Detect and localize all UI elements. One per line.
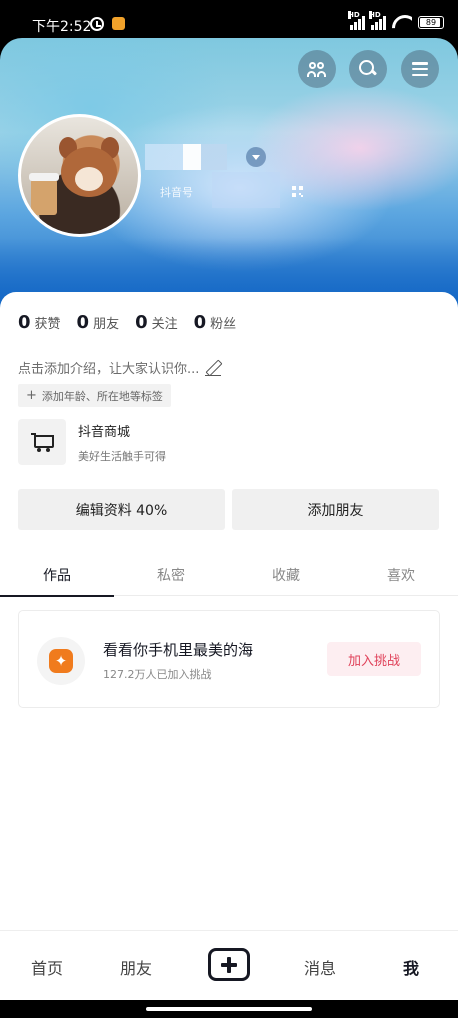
- bio-placeholder[interactable]: 点击添加介绍，让大家认识你...: [18, 358, 222, 377]
- stat-following[interactable]: 0 关注: [135, 312, 178, 333]
- tab-likes[interactable]: 喜欢: [344, 554, 458, 596]
- nav-me[interactable]: 我: [403, 955, 419, 979]
- douyin-id-label: 抖音号: [160, 186, 193, 199]
- stat-label: 粉丝: [210, 317, 237, 332]
- edit-icon: [205, 360, 222, 376]
- stat-number: 0: [18, 312, 31, 333]
- create-button[interactable]: [208, 948, 250, 981]
- stat-label: 朋友: [93, 317, 120, 332]
- stat-likes[interactable]: 0 获赞: [18, 312, 61, 333]
- hd-label: HD: [369, 11, 381, 19]
- tab-favorites[interactable]: 收藏: [229, 554, 343, 596]
- edit-profile-button[interactable]: 编辑资料 40%: [18, 489, 225, 530]
- nav-messages[interactable]: 消息: [304, 955, 336, 979]
- friends-icon: [307, 61, 327, 77]
- shop-subtitle: 美好生活触手可得: [78, 449, 166, 463]
- stat-friends[interactable]: 0 朋友: [77, 312, 120, 333]
- battery-level: 89: [425, 17, 437, 27]
- status-bar: 下午2:52 HD HD 89: [0, 0, 458, 40]
- search-button[interactable]: [349, 50, 387, 88]
- plus-icon: +: [26, 388, 37, 403]
- shop-title: 抖音商城: [78, 424, 131, 440]
- menu-button[interactable]: [401, 50, 439, 88]
- add-tags-chip[interactable]: + 添加年龄、所在地等标签: [18, 384, 171, 407]
- stat-followers[interactable]: 0 粉丝: [194, 312, 237, 333]
- menu-icon: [412, 62, 428, 76]
- battery-icon: 89: [418, 15, 444, 29]
- shop-entry[interactable]: 抖音商城 美好生活触手可得: [18, 419, 166, 465]
- stats-row: 0 获赞 0 朋友 0 关注 0 粉丝: [18, 312, 236, 333]
- stat-label: 获赞: [34, 317, 61, 332]
- bottom-nav: 首页 朋友 消息 我: [0, 930, 458, 1000]
- plus-icon: [221, 956, 237, 973]
- nav-home[interactable]: 首页: [31, 955, 63, 979]
- content-tabs: 作品 私密 收藏 喜欢: [0, 554, 458, 597]
- stat-number: 0: [76, 312, 90, 333]
- status-time: 下午2:52: [32, 19, 92, 35]
- chevron-down-icon[interactable]: [246, 147, 266, 167]
- tab-works[interactable]: 作品: [0, 554, 114, 597]
- nickname-blurred[interactable]: [145, 144, 227, 170]
- stat-number: 0: [135, 312, 148, 333]
- challenge-subtitle: 127.2万人已加入挑战: [103, 668, 212, 681]
- bio-text: 点击添加介绍，让大家认识你...: [18, 362, 200, 377]
- join-challenge-button[interactable]: 加入挑战: [327, 642, 421, 676]
- shop-text: 抖音商城 美好生活触手可得: [78, 421, 166, 464]
- cart-icon: [31, 432, 54, 452]
- challenge-icon-wrap: [37, 637, 85, 685]
- gesture-bar: [0, 1000, 458, 1018]
- wifi-icon: [392, 15, 412, 29]
- avatar[interactable]: [18, 114, 141, 237]
- shop-icon-box: [18, 419, 66, 465]
- qr-code-icon[interactable]: [292, 186, 303, 197]
- hd-label: HD: [348, 11, 360, 19]
- nav-friends[interactable]: 朋友: [120, 955, 152, 979]
- alarm-icon: [90, 17, 104, 31]
- stat-label: 关注: [151, 317, 178, 332]
- add-friend-button[interactable]: 添加朋友: [232, 489, 439, 530]
- sparkle-icon: [49, 649, 73, 673]
- challenge-card[interactable]: 看看你手机里最美的海 127.2万人已加入挑战 加入挑战: [18, 610, 440, 708]
- app-notification-icon: [112, 17, 125, 30]
- signal-icon: HD: [369, 11, 386, 30]
- status-indicators: HD HD 89: [348, 11, 444, 30]
- stat-number: 0: [193, 312, 207, 333]
- search-icon: [359, 60, 377, 78]
- tag-hint-text: 添加年龄、所在地等标签: [41, 389, 163, 403]
- signal-icon: HD: [348, 11, 365, 30]
- home-indicator[interactable]: [146, 1007, 312, 1011]
- friends-button[interactable]: [298, 50, 336, 88]
- challenge-title: 看看你手机里最美的海: [103, 641, 254, 659]
- douyin-id-blurred: [212, 172, 280, 208]
- profile-main: 0 获赞 0 朋友 0 关注 0 粉丝 点击添加介绍，让大家认识你... + 添…: [0, 292, 458, 930]
- tab-private[interactable]: 私密: [114, 554, 228, 596]
